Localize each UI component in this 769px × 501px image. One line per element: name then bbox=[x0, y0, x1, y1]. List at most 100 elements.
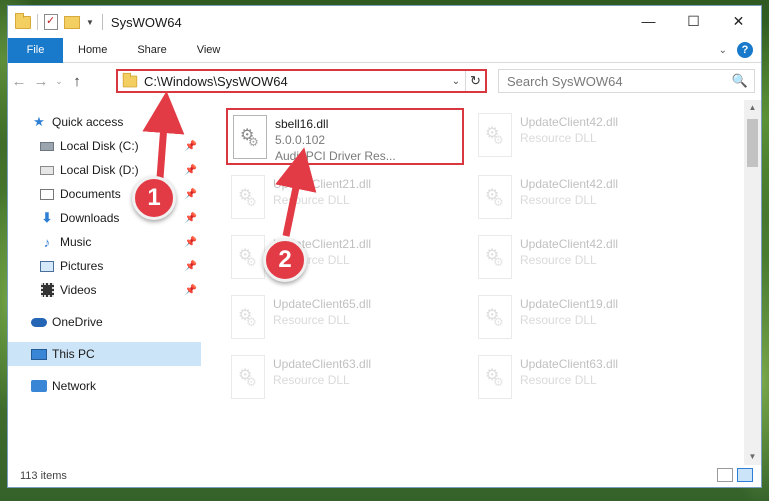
window-controls: — ☐ ✕ bbox=[626, 6, 761, 36]
file-name: UpdateClient63.dll bbox=[520, 357, 619, 371]
documents-icon bbox=[39, 186, 55, 202]
file-item[interactable]: UpdateClient63.dll Resource DLL bbox=[226, 350, 466, 406]
sidebar-item-label: Network bbox=[52, 379, 97, 393]
tab-view[interactable]: View bbox=[182, 38, 236, 63]
address-path[interactable]: C:\Windows\SysWOW64 bbox=[144, 74, 447, 89]
sidebar-item-label: OneDrive bbox=[52, 315, 103, 329]
window-title: SysWOW64 bbox=[110, 14, 182, 30]
expand-ribbon-icon[interactable]: ⌄ bbox=[719, 45, 727, 56]
disk-icon bbox=[39, 138, 55, 154]
file-name: UpdateClient42.dll bbox=[520, 115, 619, 129]
navigation-pane: ★ Quick access Local Disk (C:) 📌 Local D… bbox=[8, 100, 201, 465]
close-button[interactable]: ✕ bbox=[716, 6, 761, 36]
sidebar-item-pictures[interactable]: Pictures 📌 bbox=[8, 254, 201, 278]
file-item[interactable]: UpdateClient21.dll Resource DLL bbox=[226, 230, 466, 286]
new-folder-icon[interactable] bbox=[64, 15, 80, 29]
file-item[interactable]: UpdateClient42.dll Resource DLL bbox=[473, 108, 713, 164]
address-bar[interactable]: C:\Windows\SysWOW64 ⌄ ↻ bbox=[116, 69, 487, 93]
properties-icon[interactable] bbox=[44, 14, 58, 30]
sidebar-item-network[interactable]: Network bbox=[8, 374, 201, 398]
file-name: UpdateClient63.dll bbox=[273, 357, 372, 371]
sidebar-item-onedrive[interactable]: OneDrive bbox=[8, 310, 201, 334]
sidebar-item-label: Quick access bbox=[52, 115, 124, 129]
file-description: Resource DLL bbox=[520, 373, 597, 387]
file-description: Resource DLL bbox=[520, 131, 597, 145]
file-explorer-window: ▼ SysWOW64 — ☐ ✕ File Home Share View ⌄ … bbox=[7, 5, 762, 488]
video-icon bbox=[39, 282, 55, 298]
sidebar-item-label: This PC bbox=[52, 347, 95, 361]
scroll-down-icon[interactable]: ▼ bbox=[744, 449, 761, 465]
back-arrow-icon[interactable]: ← bbox=[8, 73, 30, 90]
forward-arrow-icon[interactable]: → bbox=[30, 73, 52, 90]
pin-icon[interactable]: 📌 bbox=[185, 213, 197, 224]
sidebar-item-label: Pictures bbox=[60, 259, 104, 273]
sidebar-item-music[interactable]: ♪ Music 📌 bbox=[8, 230, 201, 254]
address-dropdown-icon[interactable]: ⌄ bbox=[447, 76, 465, 87]
pin-icon[interactable]: 📌 bbox=[185, 285, 197, 296]
file-item[interactable]: UpdateClient42.dll Resource DLL bbox=[473, 230, 713, 286]
file-item[interactable]: UpdateClient63.dll Resource DLL bbox=[473, 350, 713, 406]
minimize-button[interactable]: — bbox=[626, 6, 671, 36]
file-version: 5.0.0.102 bbox=[275, 133, 326, 147]
pin-icon[interactable]: 📌 bbox=[185, 189, 197, 200]
customize-toolbar-icon[interactable]: ▼ bbox=[86, 18, 94, 27]
quick-access-toolbar: ▼ bbox=[8, 12, 94, 30]
file-description: AudioPCI Driver Res... bbox=[275, 149, 396, 163]
search-icon[interactable]: 🔍 bbox=[732, 73, 748, 89]
pin-icon[interactable]: 📌 bbox=[185, 261, 197, 272]
up-arrow-icon[interactable]: ↑ bbox=[66, 73, 88, 90]
file-name: UpdateClient19.dll bbox=[520, 297, 619, 311]
ribbon-tabs: File Home Share View ⌄ ? bbox=[8, 37, 761, 63]
file-item[interactable]: UpdateClient21.dll Resource DLL bbox=[226, 170, 466, 226]
tab-share[interactable]: Share bbox=[122, 38, 181, 63]
sidebar-item-videos[interactable]: Videos 📌 bbox=[8, 278, 201, 302]
file-list: sbell16.dll 5.0.0.102 AudioPCI Driver Re… bbox=[201, 100, 761, 465]
dll-file-icon bbox=[231, 355, 265, 399]
file-item-sbell16[interactable]: sbell16.dll 5.0.0.102 AudioPCI Driver Re… bbox=[226, 108, 464, 165]
scrollbar-thumb[interactable] bbox=[747, 119, 758, 167]
main-area: ★ Quick access Local Disk (C:) 📌 Local D… bbox=[8, 100, 761, 465]
search-placeholder: Search SysWOW64 bbox=[507, 73, 623, 89]
view-toggle bbox=[717, 468, 753, 482]
dll-file-icon bbox=[233, 115, 267, 159]
recent-locations-icon[interactable]: ⌄ bbox=[52, 76, 66, 87]
file-description: Resource DLL bbox=[273, 313, 350, 327]
folder-icon bbox=[15, 12, 31, 29]
file-name: sbell16.dll bbox=[275, 117, 329, 131]
dll-file-icon bbox=[478, 175, 512, 219]
dll-file-icon bbox=[231, 295, 265, 339]
music-icon: ♪ bbox=[43, 234, 51, 250]
pin-icon[interactable]: 📌 bbox=[185, 237, 197, 248]
file-name: UpdateClient42.dll bbox=[520, 177, 619, 191]
file-description: Resource DLL bbox=[520, 193, 597, 207]
sidebar-item-label: Documents bbox=[60, 187, 121, 201]
sidebar-item-local-disk-d[interactable]: Local Disk (D:) 📌 bbox=[8, 158, 201, 182]
sidebar-item-local-disk-c[interactable]: Local Disk (C:) 📌 bbox=[8, 134, 201, 158]
star-icon: ★ bbox=[33, 114, 45, 129]
tab-file[interactable]: File bbox=[8, 37, 63, 63]
help-icon[interactable]: ? bbox=[737, 42, 753, 58]
file-name: UpdateClient65.dll bbox=[273, 297, 372, 311]
vertical-scrollbar[interactable]: ▲ ▼ bbox=[744, 100, 761, 465]
pin-icon[interactable]: 📌 bbox=[185, 165, 197, 176]
scroll-up-icon[interactable]: ▲ bbox=[744, 100, 761, 116]
pc-icon bbox=[31, 346, 47, 362]
sidebar-item-quick-access[interactable]: ★ Quick access bbox=[8, 110, 201, 134]
item-count: 113 items bbox=[20, 470, 67, 482]
dll-file-icon bbox=[478, 355, 512, 399]
tiles-view-icon[interactable] bbox=[737, 468, 753, 482]
sidebar-item-label: Local Disk (C:) bbox=[60, 139, 139, 153]
search-input[interactable]: Search SysWOW64 🔍 bbox=[498, 69, 755, 93]
refresh-icon[interactable]: ↻ bbox=[465, 71, 485, 91]
ribbon-right-controls: ⌄ ? bbox=[719, 42, 753, 58]
sidebar-item-this-pc[interactable]: This PC bbox=[8, 342, 201, 366]
file-item[interactable]: UpdateClient42.dll Resource DLL bbox=[473, 170, 713, 226]
folder-icon bbox=[122, 72, 138, 87]
file-item[interactable]: UpdateClient19.dll Resource DLL bbox=[473, 290, 713, 346]
tab-home[interactable]: Home bbox=[63, 38, 122, 63]
file-item[interactable]: UpdateClient65.dll Resource DLL bbox=[226, 290, 466, 346]
pin-icon[interactable]: 📌 bbox=[185, 141, 197, 152]
sidebar-item-label: Music bbox=[60, 235, 92, 249]
details-view-icon[interactable] bbox=[717, 468, 733, 482]
maximize-button[interactable]: ☐ bbox=[671, 6, 716, 36]
